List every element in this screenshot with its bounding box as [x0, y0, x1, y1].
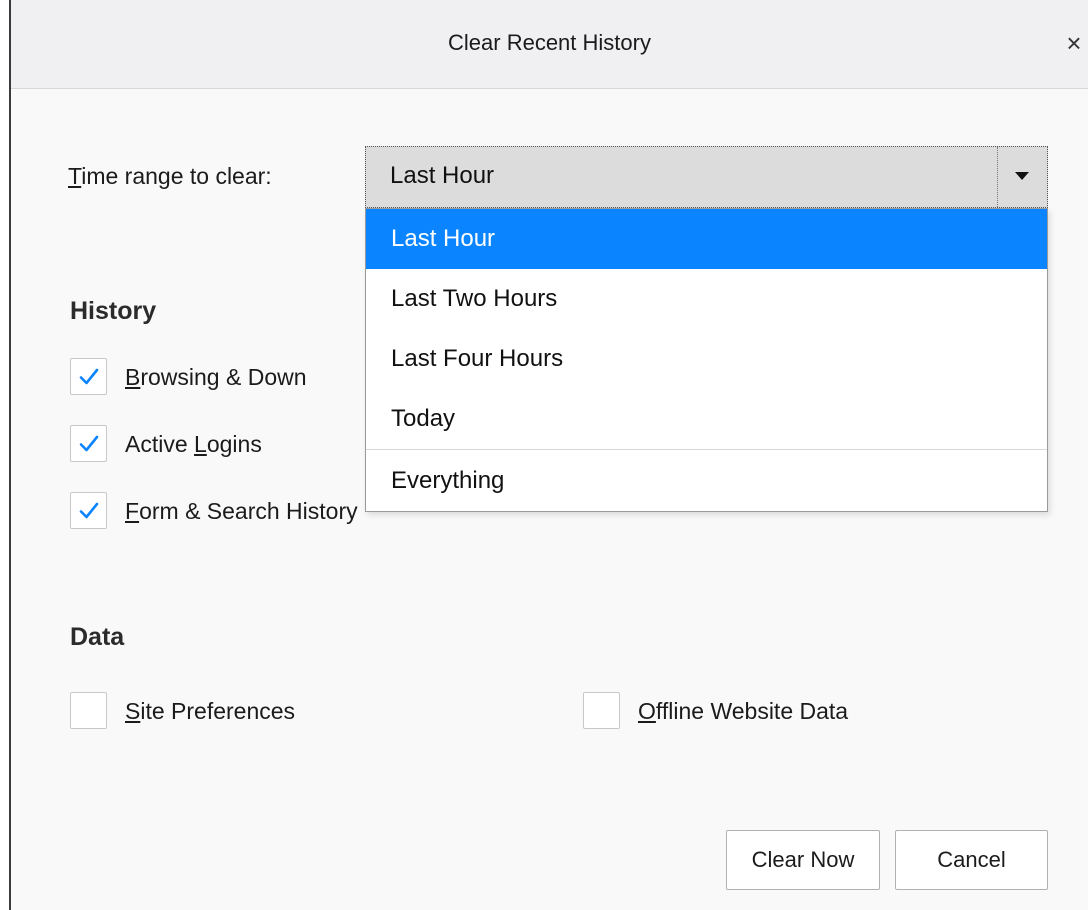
close-icon[interactable]: ×	[1060, 26, 1088, 60]
title-bar: Clear Recent History ×	[11, 0, 1088, 89]
time-range-selected-value: Last Hour	[390, 162, 495, 189]
form-search-history-checkbox[interactable]	[70, 492, 107, 529]
chevron-down-icon	[1015, 172, 1029, 180]
browsing-mnemonic: B	[125, 364, 141, 390]
dropdown-separator	[366, 449, 1047, 450]
active-logins-pre: Active	[125, 431, 195, 457]
active-logins-label: Active Logins	[125, 431, 262, 458]
active-logins-checkbox[interactable]	[70, 425, 107, 462]
time-range-label: Time range to clear:	[68, 163, 272, 190]
checkmark-icon	[79, 502, 99, 519]
time-range-label-text: ime range to clear:	[81, 163, 272, 189]
checkmark-icon	[79, 435, 99, 452]
time-range-mnemonic: T	[68, 163, 82, 189]
browsing-download-history-label: Browsing & Down	[125, 364, 307, 391]
offline-mnemonic: O	[638, 698, 656, 724]
time-range-dropdown-list: Last Hour Last Two Hours Last Four Hours…	[365, 208, 1048, 512]
cancel-button[interactable]: Cancel	[895, 830, 1048, 890]
select-dropdown-button[interactable]	[997, 147, 1047, 207]
form-search-mnemonic: F	[125, 498, 140, 524]
site-preferences-checkbox[interactable]	[70, 692, 107, 729]
history-heading: History	[70, 297, 157, 325]
offline-website-data-label: Offline Website Data	[638, 698, 848, 725]
active-logins-label-text: ogins	[206, 431, 262, 457]
clear-now-button[interactable]: Clear Now	[726, 830, 880, 890]
site-preferences-mnemonic: S	[125, 698, 141, 724]
offline-label-text: ffline Website Data	[655, 698, 849, 724]
option-last-four-hours[interactable]: Last Four Hours	[366, 329, 1047, 389]
active-logins-mnemonic: L	[194, 431, 207, 457]
browsing-label-text: rowsing & Down	[140, 364, 307, 390]
option-everything[interactable]: Everything	[366, 451, 1047, 511]
site-preferences-label: Site Preferences	[125, 698, 295, 725]
offline-website-data-checkbox[interactable]	[583, 692, 620, 729]
clear-history-dialog: Clear Recent History × Time range to cle…	[9, 0, 1088, 910]
option-last-two-hours[interactable]: Last Two Hours	[366, 269, 1047, 329]
dialog-title: Clear Recent History	[448, 30, 651, 55]
form-search-label-text: orm & Search History	[139, 498, 358, 524]
form-search-history-label: Form & Search History	[125, 498, 358, 525]
time-range-select[interactable]: Last Hour	[365, 146, 1048, 208]
site-preferences-label-text: ite Preferences	[140, 698, 296, 724]
browsing-download-history-checkbox[interactable]	[70, 358, 107, 395]
checkmark-icon	[79, 368, 99, 385]
data-heading: Data	[70, 623, 125, 651]
option-last-hour[interactable]: Last Hour	[366, 209, 1047, 269]
option-today[interactable]: Today	[366, 389, 1047, 449]
